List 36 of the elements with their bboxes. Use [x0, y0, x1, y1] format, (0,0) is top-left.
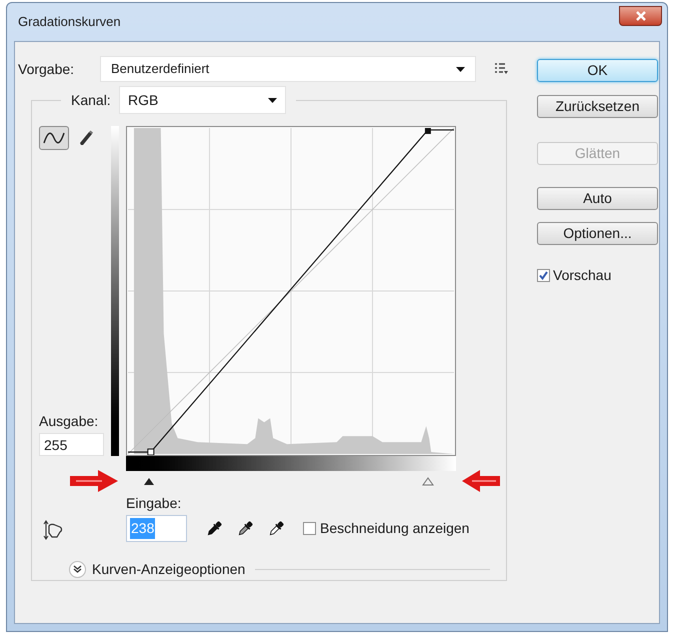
arrow-icon — [460, 469, 502, 493]
eyedropper-icon[interactable] — [236, 520, 254, 538]
caret-icon — [268, 98, 277, 102]
curve-point[interactable] — [424, 128, 431, 134]
eyedropper-icon[interactable] — [205, 520, 223, 538]
close-button[interactable] — [619, 6, 662, 26]
window-title: Gradationskurven — [18, 13, 121, 32]
curve-point[interactable] — [147, 448, 154, 456]
dialog-button[interactable]: Auto — [537, 187, 658, 210]
preview-label[interactable]: Vorschau — [553, 265, 612, 286]
curve-tool[interactable] — [39, 126, 69, 150]
slider-handle[interactable] — [422, 477, 434, 486]
input-label: Eingabe: — [126, 494, 182, 513]
output-label: Ausgabe: — [39, 412, 100, 431]
display-options-label: Kurven-Anzeigeoptionen — [92, 560, 246, 579]
dialog-button[interactable]: Optionen... — [537, 222, 658, 245]
checkbox[interactable] — [303, 522, 316, 535]
eyedropper-icon[interactable] — [267, 520, 285, 538]
preset-label: Vorgabe: — [18, 60, 76, 79]
dialog-button[interactable]: Zurücksetzen — [537, 95, 658, 118]
dialog-button[interactable]: OK — [537, 59, 658, 82]
preset-dropdown[interactable]: Benutzerdefiniert — [100, 56, 476, 82]
caret-icon — [456, 66, 465, 72]
channel-dropdown[interactable]: RGB — [119, 86, 286, 114]
arrow-icon — [68, 469, 120, 493]
expand-button[interactable] — [69, 561, 86, 578]
checkbox[interactable] — [537, 269, 550, 282]
slider-handle[interactable] — [142, 477, 155, 486]
clipping-label[interactable]: Beschneidung anzeigen — [320, 518, 470, 539]
chevron-icon — [73, 565, 82, 574]
channel-label: Kanal: — [71, 90, 112, 110]
close-icon — [636, 11, 646, 21]
output-field[interactable]: 255 — [39, 433, 104, 456]
menu-icon[interactable] — [494, 63, 508, 75]
pencil-icon — [77, 129, 95, 147]
hand-icon[interactable] — [41, 520, 63, 540]
